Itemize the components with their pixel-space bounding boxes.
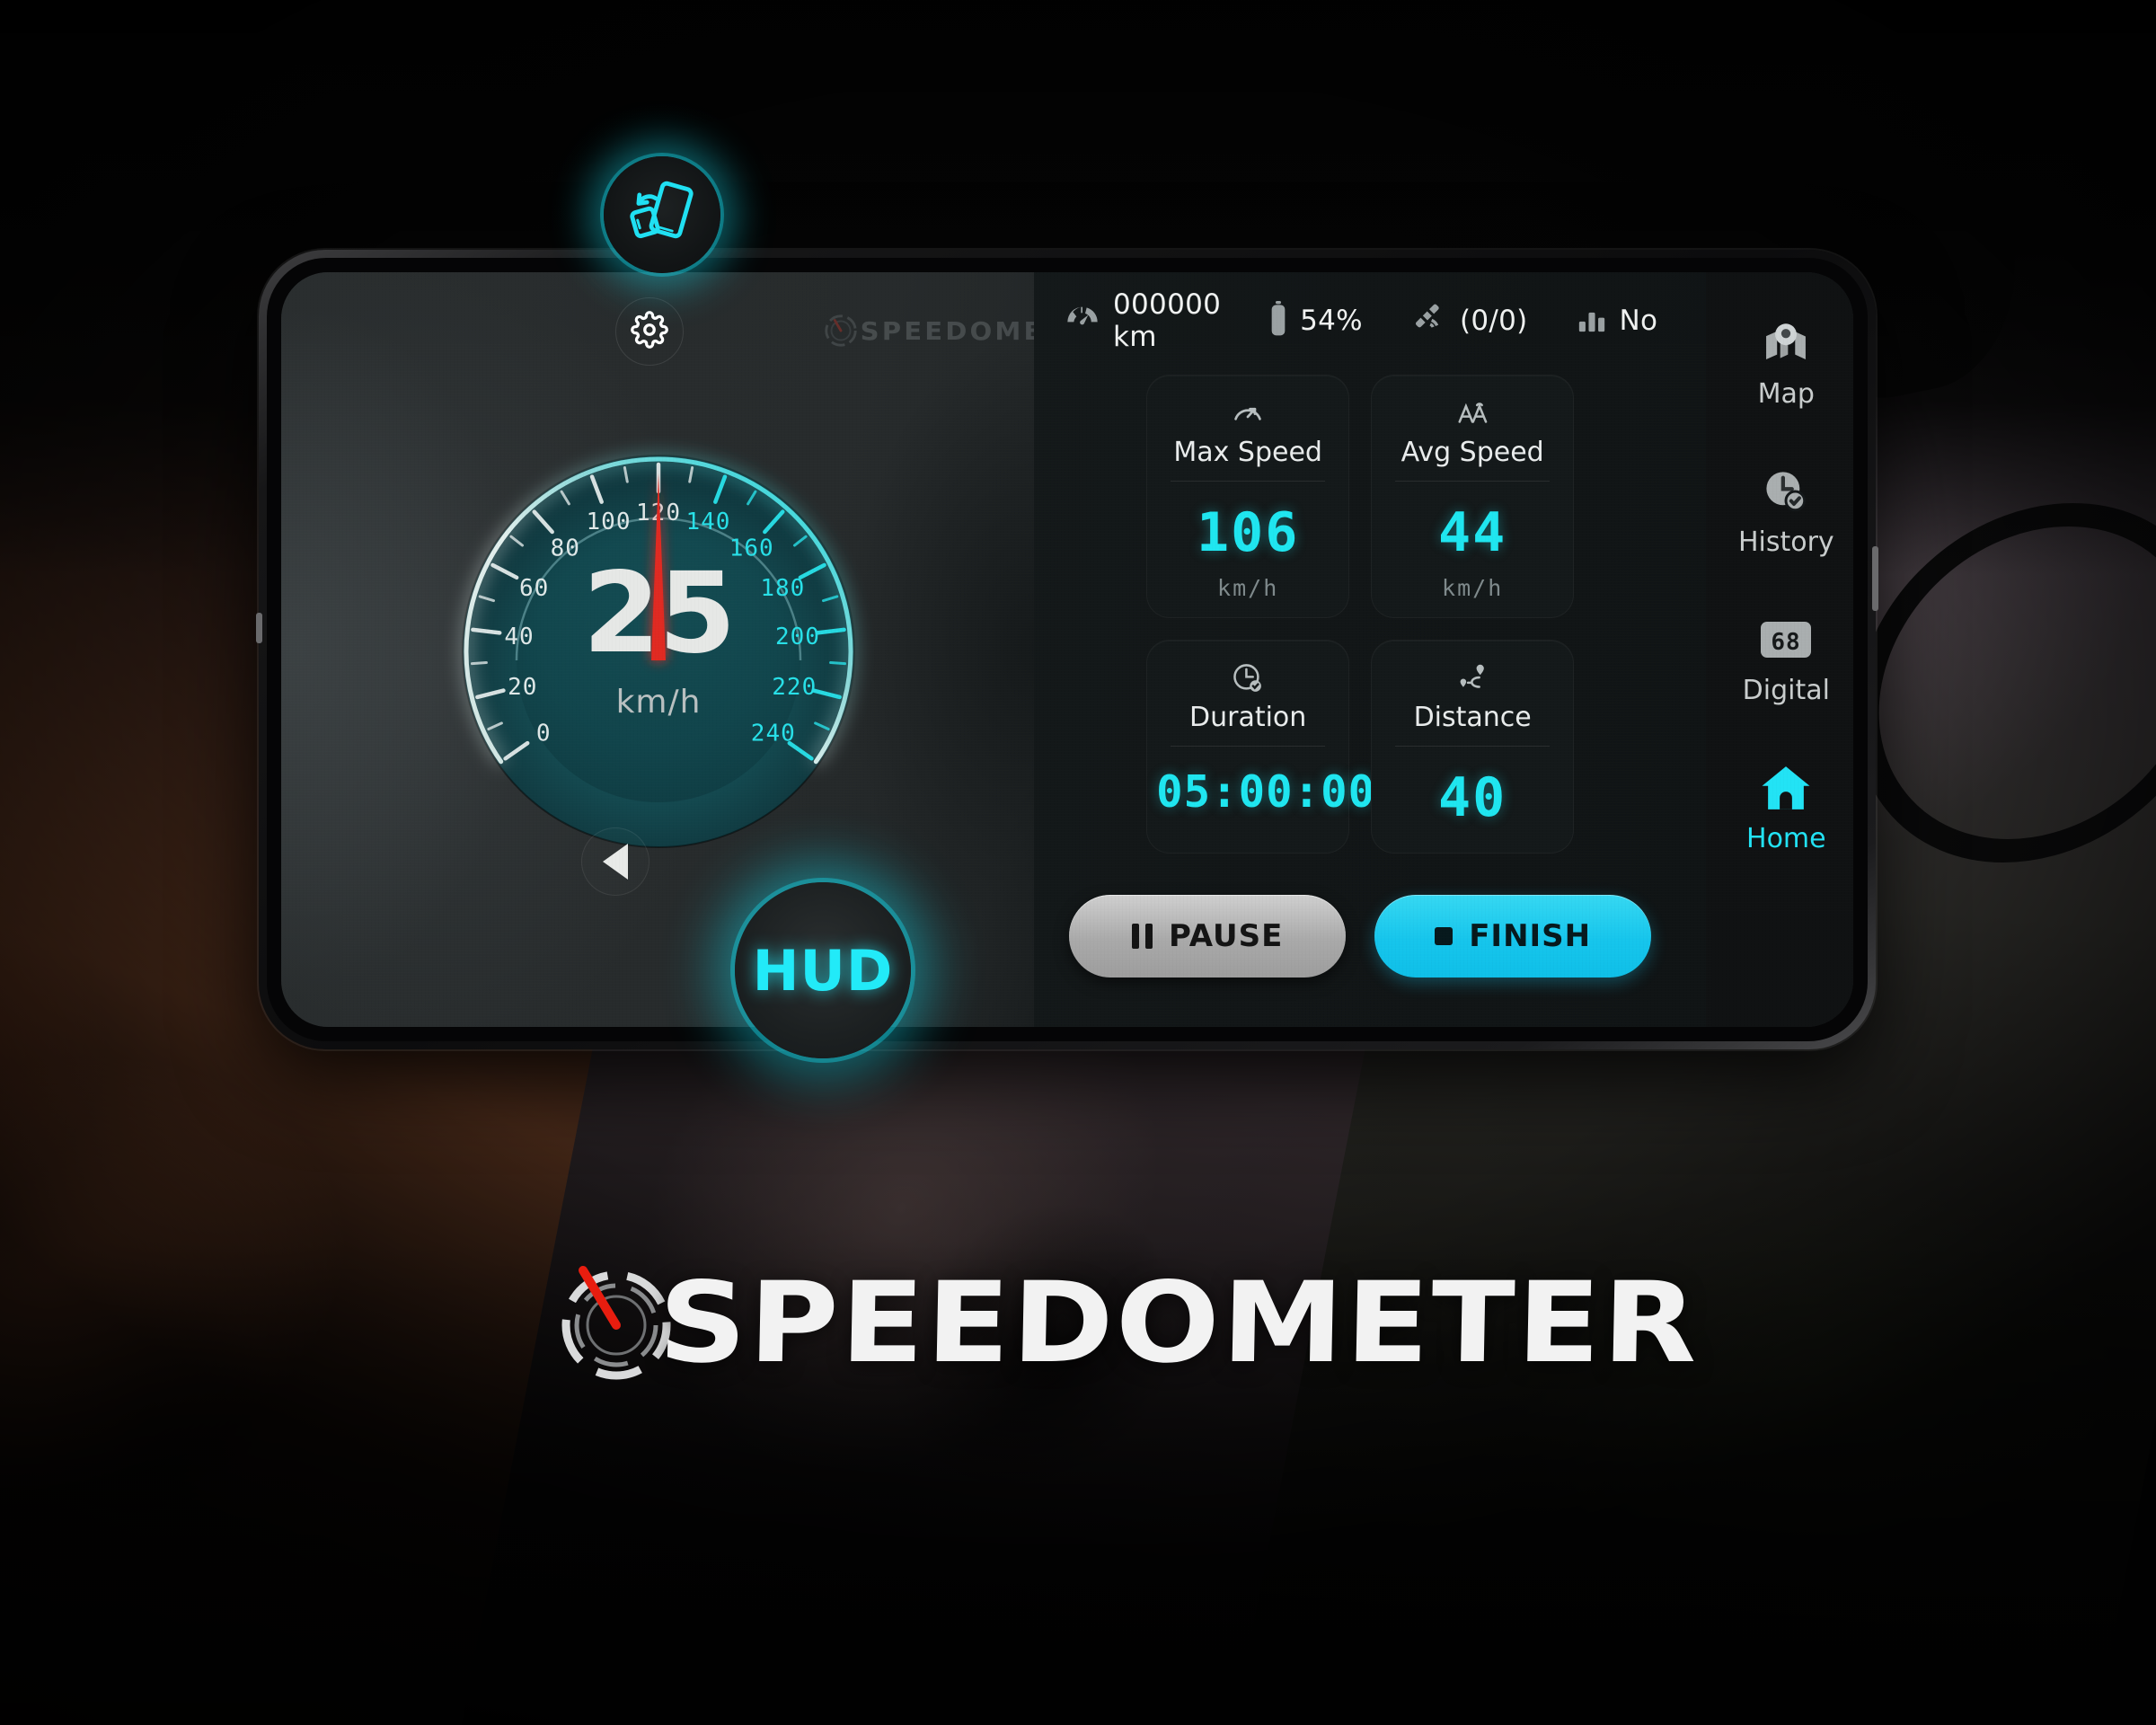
finish-button[interactable]: FINISH — [1374, 895, 1652, 978]
stat-card-grid: Max Speed 106 km/h Avg Speed 44 km/h Dur… — [1014, 369, 1706, 854]
svg-text:68: 68 — [1772, 629, 1801, 656]
duration-icon — [1156, 660, 1339, 696]
gear-icon — [631, 310, 668, 353]
nav-item-label: History — [1737, 526, 1834, 558]
stat-card-max-speed[interactable]: Max Speed 106 km/h — [1146, 375, 1350, 618]
clock-check-icon — [1706, 465, 1853, 518]
stat-card-unit: km/h — [1217, 575, 1279, 601]
hud-badge[interactable]: HUD — [735, 882, 911, 1058]
stat-card-label: Duration — [1189, 702, 1307, 733]
svg-text:140: 140 — [685, 509, 730, 535]
current-speed-unit: km/h — [615, 684, 702, 721]
status-odometer: 000000 km — [1065, 288, 1269, 353]
nav-item-map[interactable]: Map — [1706, 303, 1853, 420]
nav-rail: Map History 68 Digital Home — [1706, 272, 1853, 1027]
phone-side-button-right — [1872, 546, 1878, 611]
stop-icon — [1435, 927, 1454, 945]
phone-bezel: SPEEDOMETER 0 20 40 60 80 100 140 160 18… — [267, 258, 1868, 1041]
nav-item-label: Digital — [1742, 675, 1830, 706]
stat-card-value: 44 — [1438, 501, 1507, 564]
home-icon — [1706, 762, 1853, 814]
card-divider — [1395, 746, 1551, 747]
satellite-icon — [1411, 301, 1447, 341]
stat-card-duration[interactable]: Duration 05:00:00 — [1146, 640, 1376, 854]
battery-value: 54% — [1300, 305, 1363, 337]
pause-button[interactable]: PAUSE — [1069, 895, 1347, 978]
stat-card-value: 106 — [1196, 501, 1300, 564]
rotate-device-badge[interactable] — [604, 156, 720, 273]
svg-text:0: 0 — [536, 720, 552, 747]
gauge-readout: 25 km/h — [335, 558, 982, 721]
stat-card-label: Max Speed — [1173, 437, 1322, 468]
digital-68-icon: 68 — [1706, 614, 1853, 666]
pause-button-label: PAUSE — [1168, 918, 1284, 954]
signal-value: No — [1619, 305, 1658, 337]
app-topbar: SPEEDOMETER — [281, 272, 1106, 369]
status-satellite: (0/0) — [1411, 301, 1577, 341]
svg-text:240: 240 — [751, 720, 796, 747]
brand-wordmark-text: SPEEDOMETER — [657, 1259, 1701, 1388]
nav-item-home[interactable]: Home — [1706, 748, 1853, 865]
map-pin-icon — [1706, 317, 1853, 369]
chevron-left-icon — [603, 844, 628, 880]
stat-card-distance[interactable]: Distance 40 — [1371, 640, 1575, 854]
current-speed-value: 25 — [582, 549, 737, 678]
nav-item-digital[interactable]: 68 Digital — [1706, 599, 1853, 717]
stats-pane: 000000 km 54% (0/0) No Max Speed 106 km/… — [1034, 272, 1707, 1027]
odometer-value: 000000 km — [1113, 288, 1222, 353]
stat-card-avg-speed[interactable]: Avg Speed 44 km/h — [1371, 375, 1575, 618]
distance-icon — [1381, 660, 1564, 696]
phone-side-button-left — [256, 613, 262, 643]
stat-card-unit: km/h — [1442, 575, 1504, 601]
gauge-prev-button[interactable] — [581, 827, 649, 896]
phone-screen: SPEEDOMETER 0 20 40 60 80 100 140 160 18… — [281, 272, 1853, 1027]
status-battery: 54% — [1269, 300, 1411, 341]
status-signal: No — [1577, 304, 1707, 339]
satellite-value: (0/0) — [1459, 305, 1528, 337]
stat-card-value: 05:00:00 — [1156, 766, 1376, 818]
speedometer-app: SPEEDOMETER 0 20 40 60 80 100 140 160 18… — [281, 272, 1853, 1027]
brand-wordmark: SPEEDOMETER — [0, 1258, 2156, 1389]
finish-button-label: FINISH — [1469, 918, 1592, 954]
hud-badge-label: HUD — [752, 937, 894, 1004]
svg-text:100: 100 — [587, 509, 632, 535]
pause-icon — [1131, 924, 1153, 949]
avg-speed-icon — [1381, 395, 1564, 431]
stat-card-value: 40 — [1438, 766, 1507, 829]
phone-mockup: SPEEDOMETER 0 20 40 60 80 100 140 160 18… — [256, 250, 1878, 1049]
card-divider — [1171, 481, 1326, 482]
rotate-device-icon — [627, 178, 697, 252]
signal-bars-icon — [1577, 304, 1607, 339]
card-divider — [1171, 746, 1326, 747]
gauge-pane: SPEEDOMETER 0 20 40 60 80 100 140 160 18… — [281, 272, 1303, 1027]
stat-card-label: Distance — [1413, 702, 1532, 733]
card-divider — [1395, 481, 1551, 482]
nav-item-label: Home — [1746, 823, 1826, 854]
speed-gauge: 020406080100120140160180200220240 25 km/… — [335, 391, 982, 894]
settings-button[interactable] — [615, 297, 684, 366]
max-speed-icon — [1156, 395, 1339, 431]
odometer-icon — [1065, 301, 1100, 341]
nav-item-history[interactable]: History — [1706, 451, 1853, 569]
nav-item-label: Map — [1757, 378, 1815, 410]
action-buttons: PAUSE FINISH — [1014, 895, 1706, 978]
stat-card-label: Avg Speed — [1401, 437, 1544, 468]
speedometer-mark-icon — [822, 312, 860, 349]
status-bar: 000000 km 54% (0/0) No — [1034, 272, 1706, 369]
battery-icon — [1269, 300, 1287, 341]
